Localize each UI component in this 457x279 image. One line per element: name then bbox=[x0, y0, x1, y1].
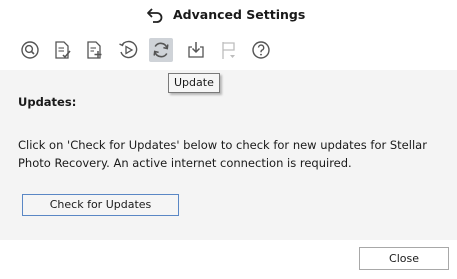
save-download-icon bbox=[188, 42, 204, 58]
window-title: Advanced Settings bbox=[173, 7, 306, 22]
document-check-button[interactable] bbox=[50, 38, 74, 62]
document-check-icon bbox=[55, 41, 71, 59]
update-tooltip: Update bbox=[168, 73, 220, 93]
back-arrow-icon[interactable] bbox=[146, 6, 164, 24]
updates-panel: Updates: Click on 'Check for Updates' be… bbox=[0, 70, 457, 240]
update-button[interactable] bbox=[149, 38, 173, 62]
updates-heading: Updates: bbox=[18, 95, 77, 109]
resume-recovery-icon bbox=[119, 40, 138, 59]
update-refresh-icon bbox=[153, 42, 169, 58]
flag-dropdown-button[interactable] bbox=[216, 38, 240, 62]
document-add-icon bbox=[87, 41, 102, 59]
resume-recovery-button[interactable] bbox=[116, 38, 140, 62]
search-drive-button[interactable] bbox=[18, 38, 42, 62]
document-add-button[interactable] bbox=[82, 38, 106, 62]
updates-description: Click on 'Check for Updates' below to ch… bbox=[18, 138, 427, 170]
help-button[interactable] bbox=[249, 38, 273, 62]
help-icon bbox=[252, 41, 270, 59]
toolbar bbox=[0, 30, 457, 70]
close-button[interactable]: Close bbox=[359, 247, 449, 270]
title-bar: Advanced Settings bbox=[0, 0, 457, 30]
save-button[interactable] bbox=[184, 38, 208, 62]
check-for-updates-button[interactable]: Check for Updates bbox=[22, 194, 179, 216]
search-drive-icon bbox=[21, 41, 39, 59]
flag-dropdown-icon bbox=[222, 42, 235, 59]
